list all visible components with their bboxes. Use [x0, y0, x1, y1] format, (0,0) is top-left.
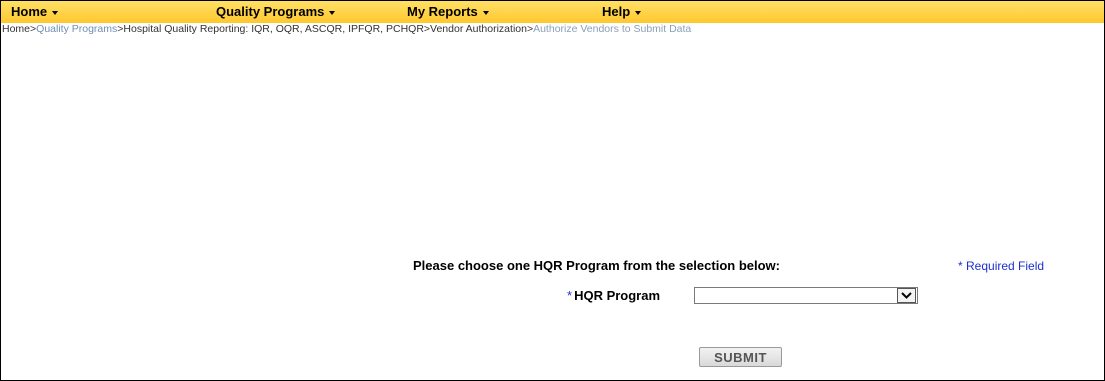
breadcrumb-home[interactable]: Home	[2, 23, 30, 35]
required-field-note: * Required Field	[958, 259, 1045, 273]
hqr-program-label: * HQR Program	[567, 288, 660, 303]
hqr-program-select[interactable]	[694, 287, 918, 304]
breadcrumb-current: Authorize Vendors to Submit Data	[533, 23, 692, 35]
caret-down-icon	[329, 10, 336, 15]
page-frame: Home Quality Programs My Reports Help Ho…	[0, 0, 1105, 381]
nav-home[interactable]: Home	[11, 4, 59, 19]
top-nav-bar: Home Quality Programs My Reports Help	[1, 1, 1104, 23]
required-asterisk: *	[567, 288, 573, 303]
program-selection-prompt: Please choose one HQR Program from the s…	[413, 258, 780, 273]
nav-home-label: Home	[11, 4, 48, 19]
breadcrumb-vendor-authorization[interactable]: Vendor Authorization	[430, 23, 527, 35]
chevron-down-icon[interactable]	[897, 288, 916, 303]
hqr-program-label-text: HQR Program	[574, 288, 661, 303]
nav-quality-programs-label: Quality Programs	[216, 4, 325, 19]
nav-help-label: Help	[602, 4, 631, 19]
breadcrumb-quality-programs[interactable]: Quality Programs	[36, 23, 117, 35]
submit-button[interactable]: SUBMIT	[699, 347, 782, 367]
caret-down-icon	[52, 10, 59, 15]
caret-down-icon	[482, 10, 489, 15]
nav-help[interactable]: Help	[602, 4, 642, 19]
nav-my-reports-label: My Reports	[407, 4, 478, 19]
breadcrumb-hospital-quality-reporting[interactable]: Hospital Quality Reporting: IQR, OQR, AS…	[123, 23, 424, 35]
nav-my-reports[interactable]: My Reports	[407, 4, 489, 19]
nav-quality-programs[interactable]: Quality Programs	[216, 4, 336, 19]
caret-down-icon	[635, 10, 642, 15]
breadcrumb: Home>Quality Programs>Hospital Quality R…	[2, 23, 691, 35]
